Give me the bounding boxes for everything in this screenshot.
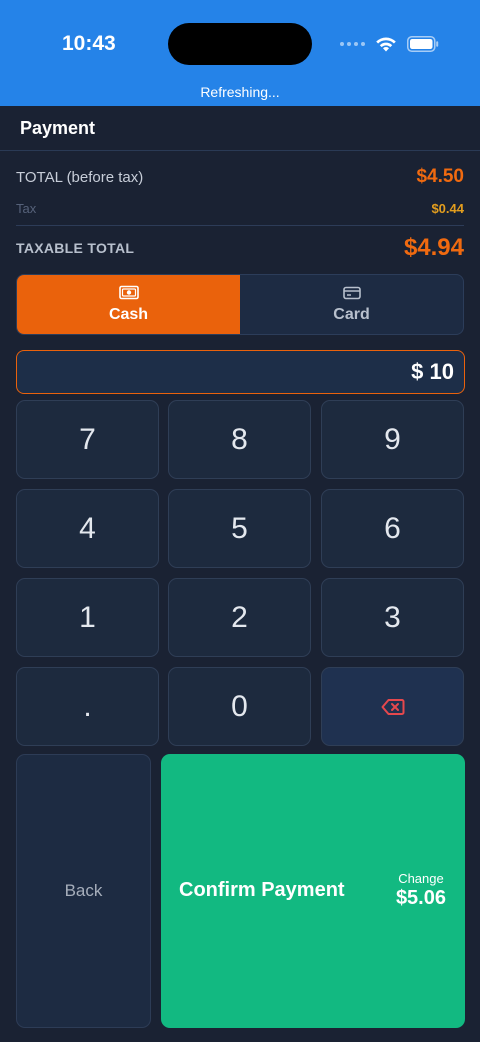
back-button-label: Back <box>64 881 103 900</box>
tax-value: $0.44 <box>431 200 464 216</box>
taxable-total-row: TAXABLE TOTAL $4.94 <box>16 233 464 263</box>
status-time: 10:43 <box>62 32 116 55</box>
status-bar: 10:43 Refreshing... <box>0 0 480 106</box>
backspace-icon <box>381 698 404 715</box>
key-1[interactable]: 1 <box>16 578 159 657</box>
cellular-signal-icon <box>340 42 365 46</box>
header: Payment <box>0 106 480 151</box>
key-2[interactable]: 2 <box>168 578 311 657</box>
totals-divider <box>16 225 464 226</box>
change-value: $5.06 <box>395 887 446 909</box>
tax-label: Tax <box>16 200 37 216</box>
key-5[interactable]: 5 <box>168 489 311 568</box>
confirm-payment-button[interactable]: Confirm Payment Change $5.06 <box>161 754 465 1028</box>
taxable-total-value: $4.94 <box>403 234 464 261</box>
tab-card-label: Card <box>333 305 370 323</box>
key-6[interactable]: 6 <box>321 489 464 568</box>
tab-cash[interactable]: Cash <box>17 275 240 334</box>
tab-card[interactable]: Card <box>240 275 463 334</box>
battery-icon <box>407 36 439 52</box>
confirm-payment-label: Confirm Payment <box>179 879 345 901</box>
key-0[interactable]: 0 <box>168 667 311 746</box>
cash-icon <box>118 285 139 300</box>
status-icons <box>340 34 439 54</box>
back-button[interactable]: Back <box>16 754 151 1028</box>
tax-row: Tax $0.44 <box>16 198 464 218</box>
total-value: $4.50 <box>416 166 464 187</box>
key-9[interactable]: 9 <box>321 400 464 479</box>
change-summary: Change $5.06 <box>396 871 446 910</box>
payment-method-tabs: Cash Card <box>16 274 464 335</box>
dynamic-island <box>168 23 312 65</box>
backspace-button[interactable] <box>321 667 464 746</box>
key-3[interactable]: 3 <box>321 578 464 657</box>
refresh-status-text: Refreshing... <box>200 84 280 100</box>
total-label: TOTAL (before tax) <box>16 168 144 186</box>
key-decimal[interactable]: . <box>16 667 159 746</box>
key-4[interactable]: 4 <box>16 489 159 568</box>
wifi-icon <box>376 37 396 52</box>
tab-cash-label: Cash <box>108 306 149 323</box>
page-title: Payment <box>20 118 96 138</box>
total-row: TOTAL (before tax) $4.50 <box>16 164 464 190</box>
amount-value: $ 10 <box>411 359 454 384</box>
card-icon <box>342 286 361 299</box>
change-caption: Change <box>398 871 444 886</box>
key-8[interactable]: 8 <box>168 400 311 479</box>
key-7[interactable]: 7 <box>16 400 159 479</box>
amount-input[interactable]: $ 10 <box>16 350 465 394</box>
taxable-total-label: TAXABLE TOTAL <box>16 240 135 256</box>
